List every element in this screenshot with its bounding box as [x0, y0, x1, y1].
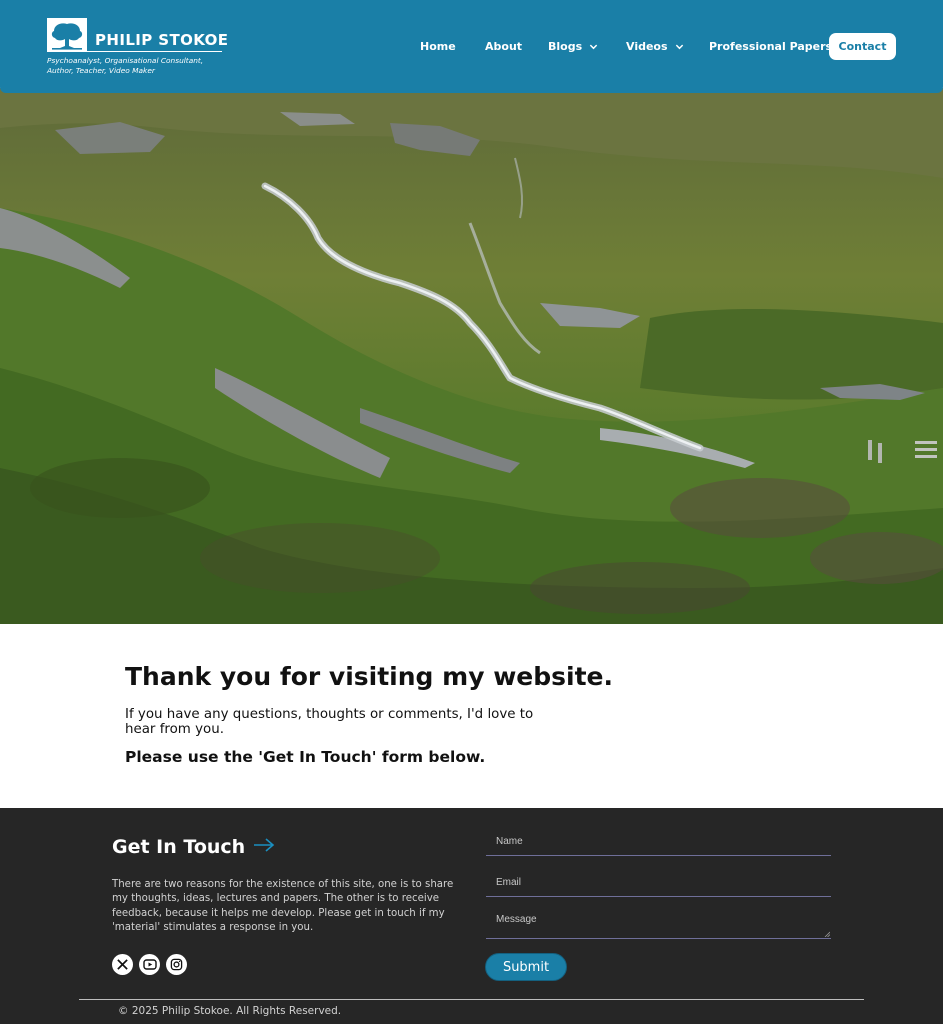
site-header: PHILIP STOKOE Psychoanalyst, Organisatio… [0, 0, 943, 93]
x-icon[interactable] [112, 954, 133, 975]
email-field-wrapper [486, 869, 831, 897]
nav-videos[interactable]: Videos [626, 33, 684, 60]
tree-icon [47, 18, 87, 52]
logo-name: PHILIP STOKOE [95, 31, 229, 49]
footer-description: There are two reasons for the existence … [112, 879, 454, 934]
contact-button[interactable]: Contact [829, 33, 896, 60]
message-field[interactable] [486, 908, 831, 938]
name-field-wrapper [486, 828, 831, 856]
nav-professional-papers-label: Professional Papers [709, 40, 833, 53]
intro-text: If you have any questions, thoughts or c… [125, 707, 534, 737]
site-logo[interactable]: PHILIP STOKOE Psychoanalyst, Organisatio… [47, 18, 229, 76]
footer-divider [79, 999, 864, 1000]
logo-divider [47, 51, 222, 52]
nav-professional-papers[interactable]: Professional Papers [709, 33, 832, 60]
nav-home-label: Home [420, 40, 456, 53]
nav-about-label: About [485, 40, 523, 53]
nav-videos-label: Videos [626, 40, 668, 53]
submit-button[interactable]: Submit [485, 953, 567, 981]
nav-about[interactable]: About [485, 33, 522, 60]
email-field[interactable] [486, 869, 831, 896]
copyright: © 2025 Philip Stokoe. All Rights Reserve… [118, 1005, 342, 1017]
youtube-icon[interactable] [139, 954, 160, 975]
chevron-down-icon [675, 44, 683, 50]
instagram-icon[interactable] [166, 954, 187, 975]
nav-blogs-label: Blogs [548, 40, 583, 53]
page-title: Thank you for visiting my website. [125, 662, 613, 691]
nav-home[interactable]: Home [420, 33, 456, 60]
intro-cta: Please use the 'Get In Touch' form below… [125, 748, 486, 766]
nav-blogs[interactable]: Blogs [548, 33, 598, 60]
get-in-touch-title: Get In Touch [112, 836, 246, 858]
hero-image [0, 88, 943, 624]
arrow-right-icon [254, 838, 275, 852]
chevron-down-icon [589, 44, 598, 50]
resize-handle-icon[interactable] [824, 931, 830, 937]
message-field-wrapper [486, 908, 831, 939]
name-field[interactable] [486, 828, 831, 855]
logo-tagline: Psychoanalyst, Organisational Consultant… [47, 56, 204, 75]
